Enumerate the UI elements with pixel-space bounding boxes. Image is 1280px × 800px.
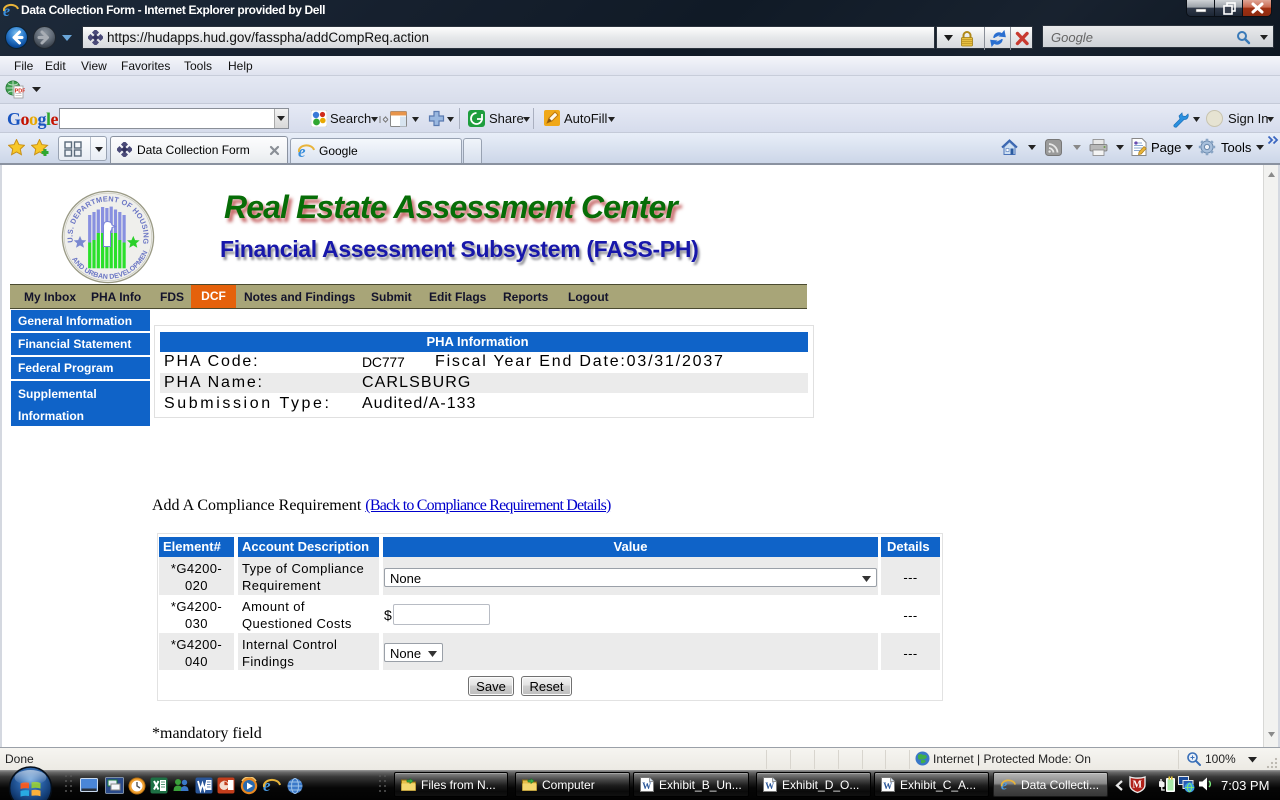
svg-text:PDF: PDF — [15, 89, 25, 95]
svg-text:W: W — [765, 781, 774, 791]
svg-text:M: M — [1133, 780, 1143, 791]
svg-text:W: W — [883, 781, 892, 791]
svg-text:W: W — [642, 781, 651, 791]
